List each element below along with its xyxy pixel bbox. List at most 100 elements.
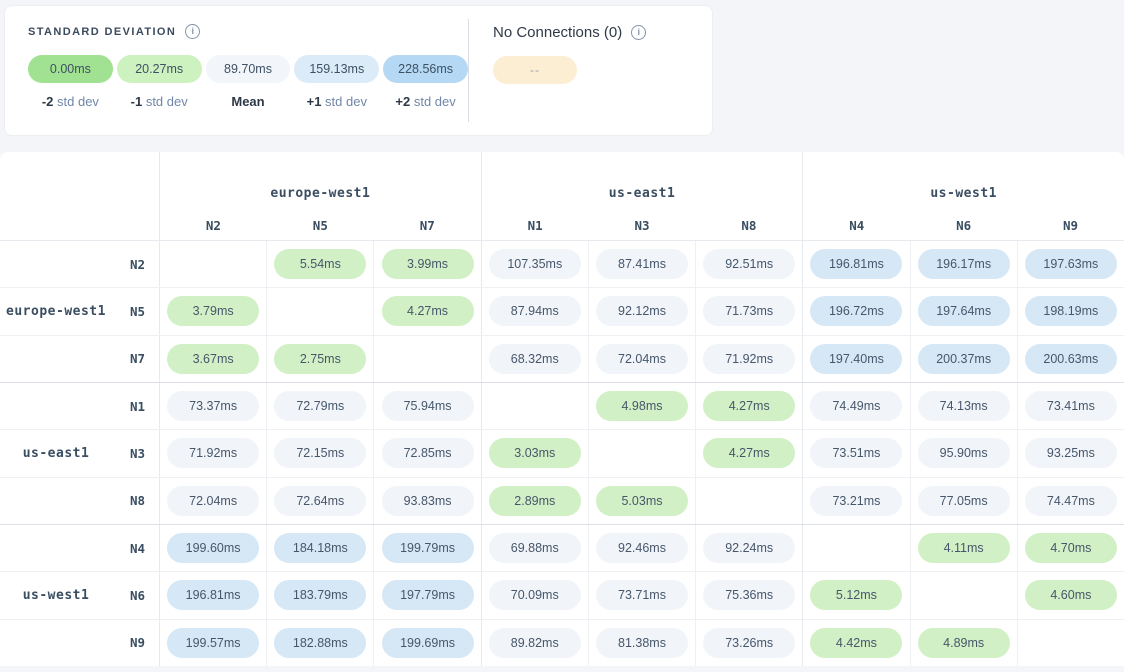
latency-pill[interactable]: 197.79ms	[382, 580, 474, 610]
latency-pill[interactable]: 184.18ms	[274, 533, 366, 563]
latency-pill[interactable]: 77.05ms	[918, 486, 1010, 516]
latency-pill[interactable]: 74.13ms	[918, 391, 1010, 421]
latency-pill[interactable]: 4.27ms	[703, 391, 795, 421]
latency-pill[interactable]: 196.72ms	[810, 296, 902, 326]
latency-pill[interactable]: 72.15ms	[274, 438, 366, 468]
matrix-row-N3: us-east1N371.92ms72.15ms72.85ms3.03ms4.2…	[0, 429, 1124, 476]
latency-pill[interactable]: 196.17ms	[918, 249, 1010, 279]
latency-cell: 92.24ms	[695, 525, 802, 571]
latency-pill[interactable]: 73.51ms	[810, 438, 902, 468]
latency-pill[interactable]: 5.12ms	[810, 580, 902, 610]
latency-pill[interactable]: 73.71ms	[596, 580, 688, 610]
latency-pill[interactable]: 200.37ms	[918, 344, 1010, 374]
latency-pill[interactable]: 199.79ms	[382, 533, 474, 563]
latency-pill[interactable]: 68.32ms	[489, 344, 581, 374]
latency-pill[interactable]: 75.94ms	[382, 391, 474, 421]
column-header-N1: N1	[481, 210, 589, 240]
column-header-N5: N5	[267, 210, 374, 240]
info-icon[interactable]: i	[185, 24, 200, 39]
latency-pill[interactable]: 92.12ms	[596, 296, 688, 326]
latency-pill[interactable]: 87.94ms	[489, 296, 581, 326]
latency-pill[interactable]: 70.09ms	[489, 580, 581, 610]
latency-pill[interactable]: 75.36ms	[703, 580, 795, 610]
column-header-N9: N9	[1017, 210, 1124, 240]
latency-pill[interactable]: 73.41ms	[1025, 391, 1117, 421]
latency-pill[interactable]: 199.69ms	[382, 628, 474, 658]
latency-pill[interactable]: 2.89ms	[489, 486, 581, 516]
latency-pill[interactable]: 72.04ms	[167, 486, 259, 516]
latency-pill[interactable]: 107.35ms	[489, 249, 581, 279]
latency-pill[interactable]: 95.90ms	[918, 438, 1010, 468]
info-icon[interactable]: i	[631, 25, 646, 40]
latency-pill[interactable]: 73.37ms	[167, 391, 259, 421]
column-group-header-europe-west1: europe-west1	[160, 152, 481, 210]
latency-cell: 200.37ms	[910, 336, 1017, 382]
latency-pill[interactable]: 71.92ms	[167, 438, 259, 468]
latency-pill[interactable]: 3.03ms	[489, 438, 581, 468]
latency-pill[interactable]: 71.92ms	[703, 344, 795, 374]
latency-cell: 197.63ms	[1017, 241, 1124, 287]
latency-pill[interactable]: 4.70ms	[1025, 533, 1117, 563]
latency-cell: 87.41ms	[588, 241, 695, 287]
latency-pill[interactable]: 197.63ms	[1025, 249, 1117, 279]
latency-pill[interactable]: 3.79ms	[167, 296, 259, 326]
latency-pill[interactable]: 4.27ms	[703, 438, 795, 468]
latency-pill[interactable]: 4.98ms	[596, 391, 688, 421]
matrix-row-N5: europe-west1N5 3.79ms 4.27ms 87.94ms 92.12ms…	[0, 287, 1124, 334]
latency-cell: 197.79ms	[373, 572, 480, 618]
latency-pill[interactable]: 4.11ms	[918, 533, 1010, 563]
latency-pill[interactable]: 73.21ms	[810, 486, 902, 516]
latency-pill[interactable]: 200.63ms	[1025, 344, 1117, 374]
latency-pill[interactable]: 183.79ms	[274, 580, 366, 610]
latency-pill[interactable]: 182.88ms	[274, 628, 366, 658]
latency-pill[interactable]: 196.81ms	[810, 249, 902, 279]
latency-cell: 92.51ms	[695, 241, 802, 287]
latency-pill[interactable]: 74.47ms	[1025, 486, 1117, 516]
latency-cell: 107.35ms	[481, 241, 588, 287]
row-header-N1: N1	[112, 399, 159, 414]
latency-pill[interactable]: 4.60ms	[1025, 580, 1117, 610]
latency-pill[interactable]: 5.54ms	[274, 249, 366, 279]
legend-label: -1 std dev	[117, 94, 202, 109]
latency-pill[interactable]: 4.89ms	[918, 628, 1010, 658]
row-label-cell: N4	[0, 525, 160, 571]
latency-pill[interactable]: 4.42ms	[810, 628, 902, 658]
latency-pill[interactable]: 3.99ms	[382, 249, 474, 279]
row-header-N3: N3	[112, 446, 159, 461]
latency-pill[interactable]: 92.24ms	[703, 533, 795, 563]
latency-cell: 196.81ms	[802, 241, 909, 287]
latency-pill[interactable]: 71.73ms	[703, 296, 795, 326]
latency-pill[interactable]: 73.26ms	[703, 628, 795, 658]
latency-pill[interactable]: 2.75ms	[274, 344, 366, 374]
latency-pill[interactable]: 89.82ms	[489, 628, 581, 658]
latency-pill[interactable]: 197.40ms	[810, 344, 902, 374]
latency-pill[interactable]: 72.64ms	[274, 486, 366, 516]
latency-pill[interactable]: 93.25ms	[1025, 438, 1117, 468]
latency-pill[interactable]: 5.03ms	[596, 486, 688, 516]
latency-pill[interactable]: 74.49ms	[810, 391, 902, 421]
row-group-label-europe-west1: europe-west1	[0, 304, 112, 319]
latency-cell: 74.47ms	[1017, 478, 1124, 524]
self-cell	[160, 241, 266, 287]
latency-pill[interactable]: 72.04ms	[596, 344, 688, 374]
legend-pill-plus2: 228.56ms	[383, 55, 468, 83]
latency-cell: 196.17ms	[910, 241, 1017, 287]
latency-cell: 4.60ms	[1017, 572, 1124, 618]
latency-pill[interactable]: 72.85ms	[382, 438, 474, 468]
latency-pill[interactable]: 87.41ms	[596, 249, 688, 279]
latency-pill[interactable]: 81.38ms	[596, 628, 688, 658]
legend-labels: -2 std dev-1 std devMean+1 std dev+2 std…	[28, 94, 468, 109]
latency-pill[interactable]: 199.60ms	[167, 533, 259, 563]
latency-pill[interactable]: 72.79ms	[274, 391, 366, 421]
latency-pill[interactable]: 196.81ms	[167, 580, 259, 610]
latency-pill[interactable]: 3.67ms	[167, 344, 259, 374]
latency-pill[interactable]: 199.57ms	[167, 628, 259, 658]
latency-pill[interactable]: 92.46ms	[596, 533, 688, 563]
latency-pill[interactable]: 93.83ms	[382, 486, 474, 516]
row-header-N5: N5	[112, 304, 159, 319]
latency-pill[interactable]: 92.51ms	[703, 249, 795, 279]
latency-pill[interactable]: 197.64ms	[918, 296, 1010, 326]
latency-pill[interactable]: 4.27ms	[382, 296, 474, 326]
latency-pill[interactable]: 198.19ms	[1025, 296, 1117, 326]
latency-pill[interactable]: 69.88ms	[489, 533, 581, 563]
